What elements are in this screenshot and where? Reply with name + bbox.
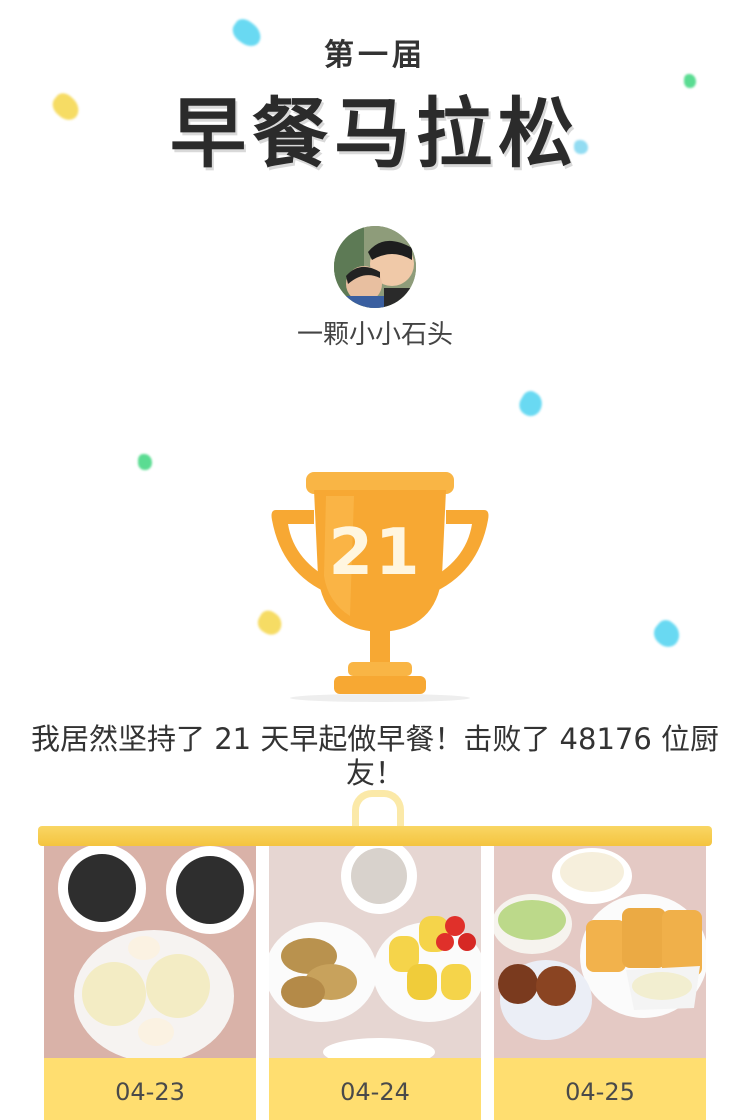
breakfast-photo[interactable] bbox=[269, 846, 481, 1058]
achievement-text: 我居然坚持了 21 天早起做早餐！击败了 48176 位厨友！ bbox=[30, 722, 720, 790]
gallery-card[interactable]: 04-24 bbox=[269, 846, 481, 1120]
scroll-rod bbox=[38, 826, 712, 846]
event-subtitle: 第一届 bbox=[324, 38, 426, 73]
gallery-card[interactable]: 04-23 bbox=[44, 846, 256, 1120]
breakfast-photo[interactable] bbox=[44, 846, 256, 1058]
share-page: 第一届 早餐马拉松 一颗小小石头 21 我居然坚持了 21 天早起做早餐！击败了… bbox=[0, 0, 750, 1120]
username: 一颗小小石头 bbox=[296, 320, 453, 350]
gallery-card[interactable]: 04-25 bbox=[494, 846, 706, 1120]
confetti-decoration bbox=[138, 454, 152, 470]
confetti-decoration bbox=[515, 388, 547, 420]
card-date: 04-23 bbox=[115, 1078, 185, 1106]
card-date: 04-24 bbox=[340, 1078, 410, 1106]
breakfast-gallery: 04-23 04-24 04-25 bbox=[44, 846, 706, 1120]
avatar[interactable] bbox=[334, 226, 416, 308]
card-date: 04-25 bbox=[565, 1078, 635, 1106]
event-title: 早餐马拉松 bbox=[170, 89, 580, 178]
avatar-photo bbox=[334, 226, 416, 308]
trophy-days-count: 21 bbox=[328, 516, 422, 590]
confetti-decoration bbox=[649, 616, 685, 652]
breakfast-photo[interactable] bbox=[494, 846, 706, 1058]
